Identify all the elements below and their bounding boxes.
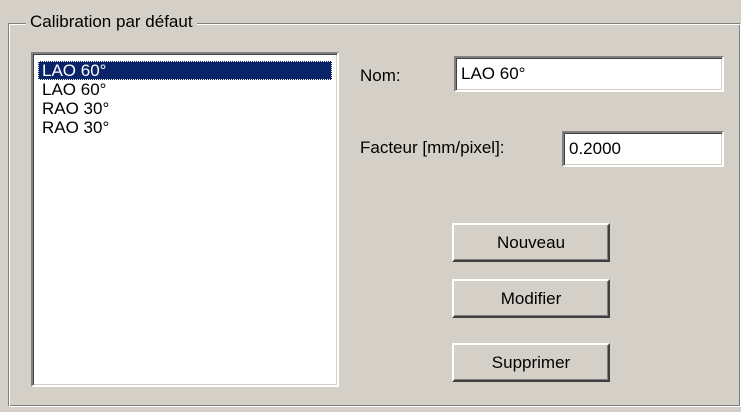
list-item[interactable]: LAO 60°	[38, 61, 332, 80]
list-item[interactable]: RAO 30°	[38, 118, 332, 137]
nom-label: Nom:	[360, 66, 401, 85]
nom-field[interactable]	[454, 56, 724, 92]
list-item[interactable]: RAO 30°	[38, 99, 332, 118]
groupbox-title: Calibration par défaut	[26, 12, 197, 32]
list-item[interactable]: LAO 60°	[38, 80, 332, 99]
calibration-listbox[interactable]: LAO 60° LAO 60° RAO 30° RAO 30°	[31, 52, 339, 387]
facteur-label: Facteur [mm/pixel]:	[360, 138, 505, 157]
nouveau-button[interactable]: Nouveau	[452, 223, 610, 262]
dialog-background: Calibration par défaut LAO 60° LAO 60° R…	[0, 0, 741, 412]
supprimer-button[interactable]: Supprimer	[452, 343, 610, 382]
modifier-button[interactable]: Modifier	[452, 279, 610, 318]
facteur-field[interactable]	[562, 131, 724, 167]
